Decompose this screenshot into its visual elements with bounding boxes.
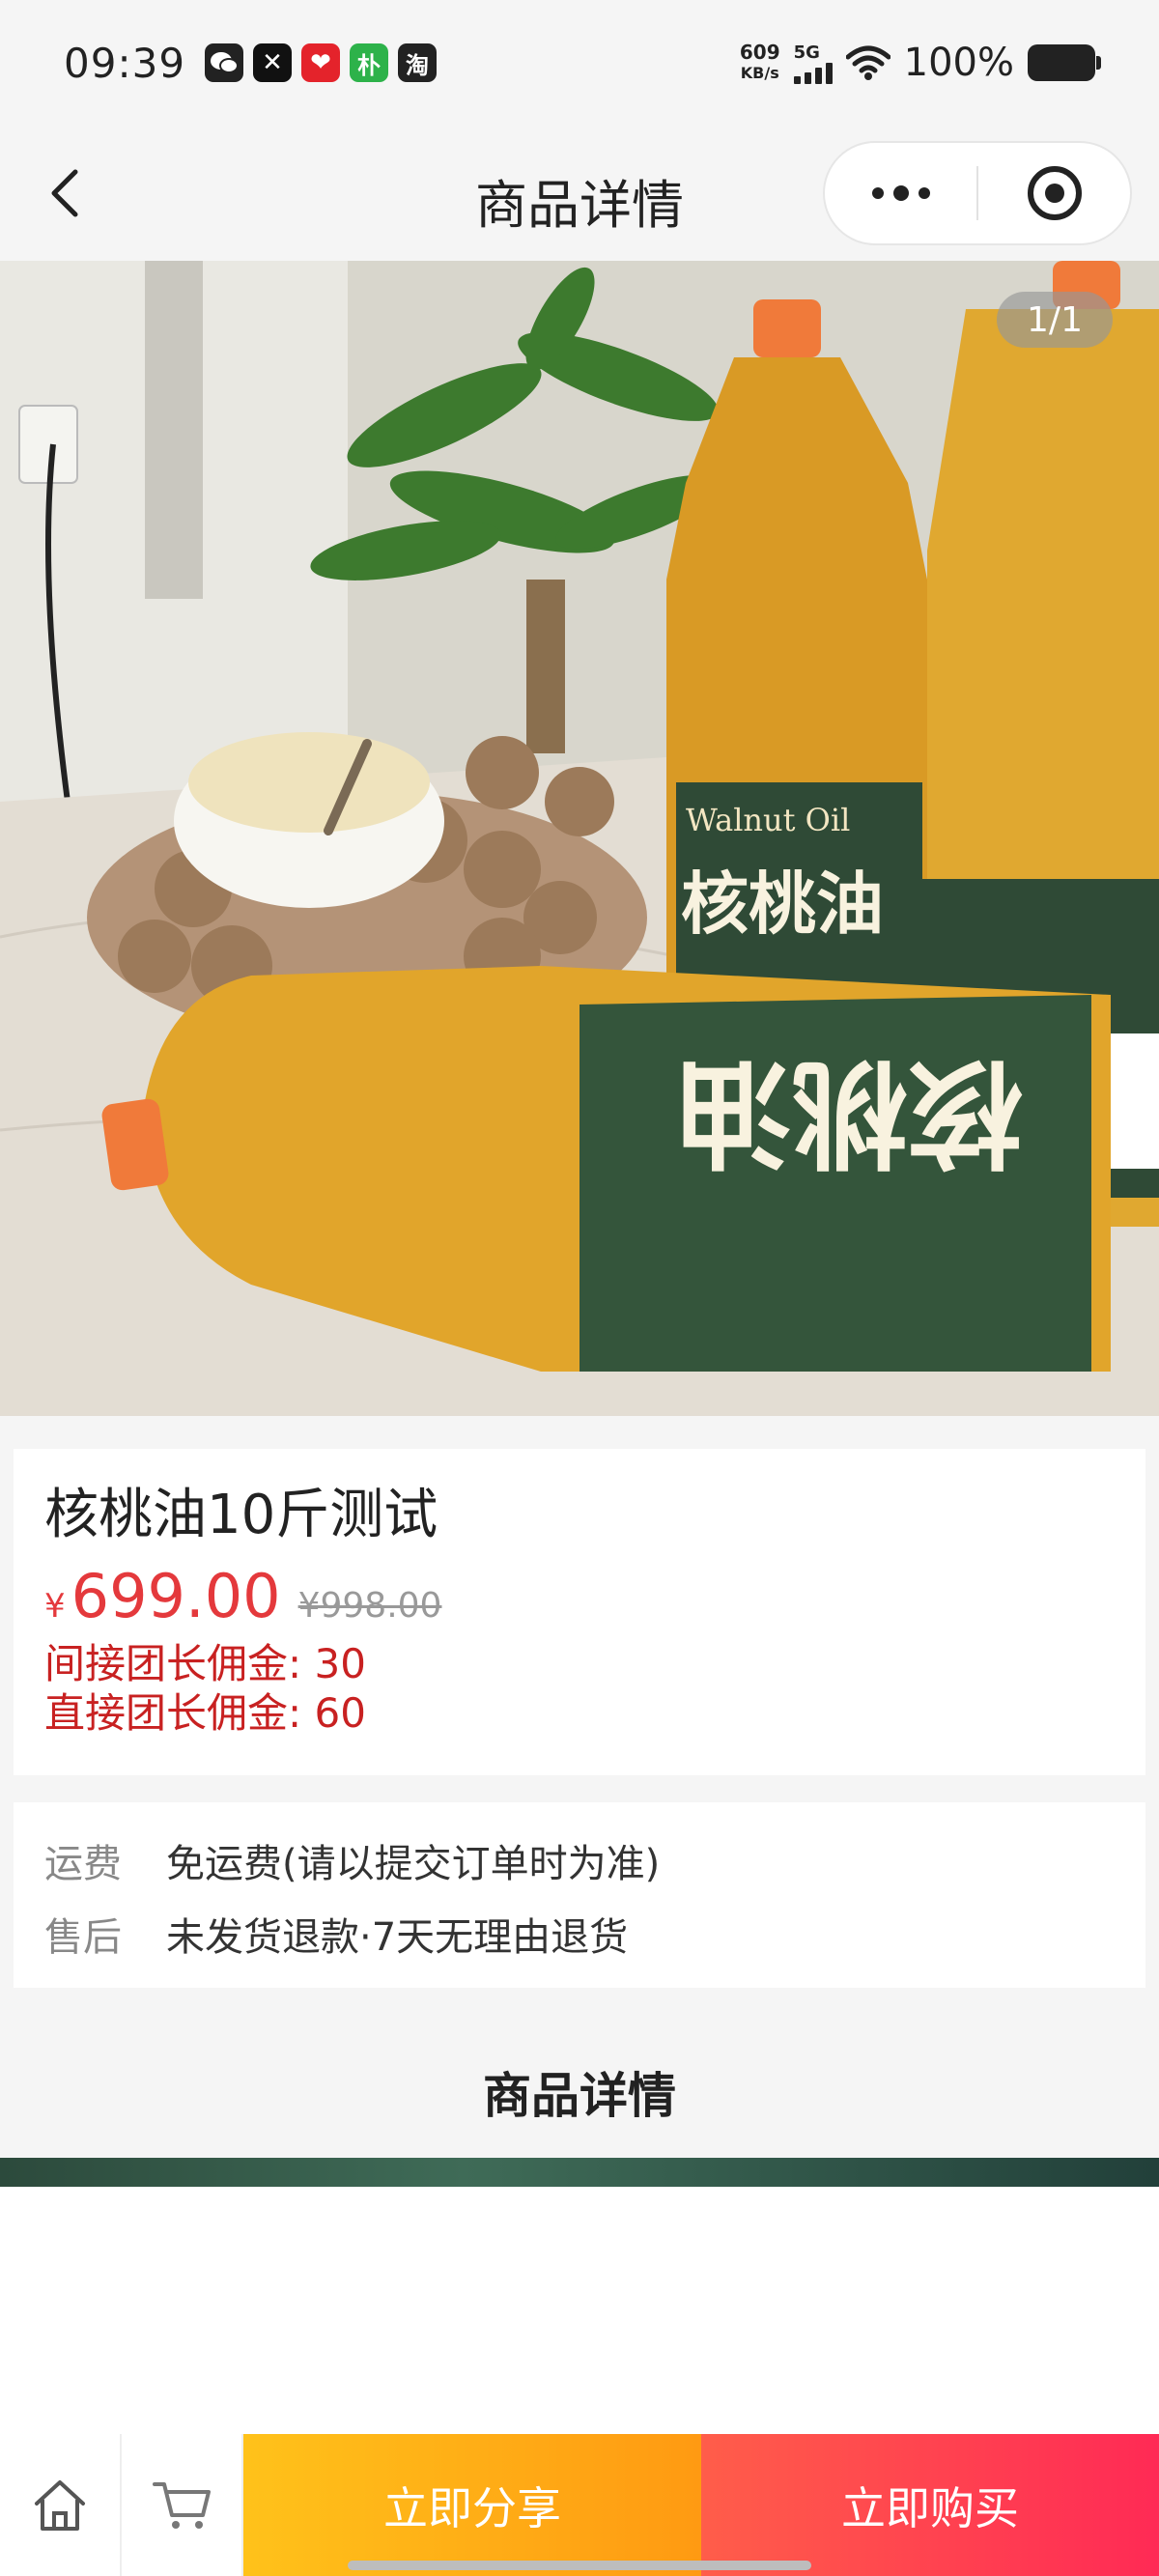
cart-icon [153,2481,211,2529]
home-button[interactable] [0,2434,122,2576]
after-sales-label: 售后 [44,1915,122,1960]
indirect-commission: 间接团长佣金: 30 [44,1640,366,1687]
pu-app-icon: 朴 [350,43,389,82]
bottom-action-bar: 立即分享 立即购买 [0,2434,1159,2576]
more-dot [918,187,930,199]
battery-icon [1028,44,1101,81]
signal-icon [793,62,833,84]
service-card: 运费 免运费(请以提交订单时为准) 售后 未发货退款·7天无理由退货 [14,1802,1145,1988]
status-time: 09:39 [64,39,186,87]
status-indicators: 609 KB/s 5G 100% [740,41,1101,85]
wechat-icon [205,43,244,82]
status-app-icons: ✕ ❤ 朴 淘 [205,43,438,82]
after-sales-row[interactable]: 售后 未发货退款·7天无理由退货 [44,1897,1115,1970]
status-bar: 09:39 ✕ ❤ 朴 淘 609 KB/s 5G 100% [0,0,1159,126]
cart-button[interactable] [122,2434,243,2576]
current-price: 699.00 [71,1561,281,1631]
share-now-button[interactable]: 立即分享 [243,2434,701,2576]
battery-percent: 100% [903,41,1014,85]
original-price: ¥998.00 [297,1586,442,1626]
more-dot [892,185,909,201]
svg-text:Walnut Oil: Walnut Oil [686,802,850,838]
price-row: ¥ 699.00 ¥998.00 [44,1561,1115,1631]
buy-now-button[interactable]: 立即购买 [701,2434,1159,2576]
nav-bar: 商品详情 [0,126,1159,261]
miniapp-capsule [823,141,1132,245]
shipping-value: 免运费(请以提交订单时为准) [166,1842,661,1886]
detail-section-title: 商品详情 [483,2068,676,2124]
svg-text:核桃油: 核桃油 [676,1044,1024,1178]
after-sales-value: 未发货退款·7天无理由退货 [166,1915,629,1960]
shipping-label: 运费 [44,1842,122,1886]
more-dot [871,187,884,199]
product-photo: Walnut Oil 核桃油 核桃油 [0,261,1159,1416]
currency-symbol: ¥ [44,1587,66,1626]
detail-image-top [0,2158,1159,2187]
product-info-card: 核桃油10斤测试 ¥ 699.00 ¥998.00 间接团长佣金: 30 直接团… [14,1449,1145,1775]
taobao-icon: 淘 [398,43,438,82]
capcut-icon: ✕ [253,43,293,82]
target-close-icon [1027,166,1082,220]
network-type: 5G [793,42,820,63]
more-button[interactable] [825,185,976,201]
net-speed-unit: KB/s [740,64,779,82]
home-icon [35,2479,85,2531]
product-name: 核桃油10斤测试 [44,1484,438,1546]
net-speed-value: 609 [739,41,780,64]
red-app-icon: ❤ [301,43,341,82]
product-image[interactable]: Walnut Oil 核桃油 核桃油 1/1 [0,261,1159,1416]
home-indicator[interactable] [348,2561,811,2570]
svg-text:核桃油: 核桃油 [681,864,884,944]
detail-content [0,2187,1159,2434]
wifi-icon [845,45,890,80]
net-speed: 609 KB/s [740,42,780,84]
close-miniapp-button[interactable] [978,163,1130,223]
shipping-row[interactable]: 运费 免运费(请以提交订单时为准) [44,1824,1115,1897]
direct-commission: 直接团长佣金: 60 [44,1689,366,1737]
image-counter: 1/1 [997,292,1113,348]
